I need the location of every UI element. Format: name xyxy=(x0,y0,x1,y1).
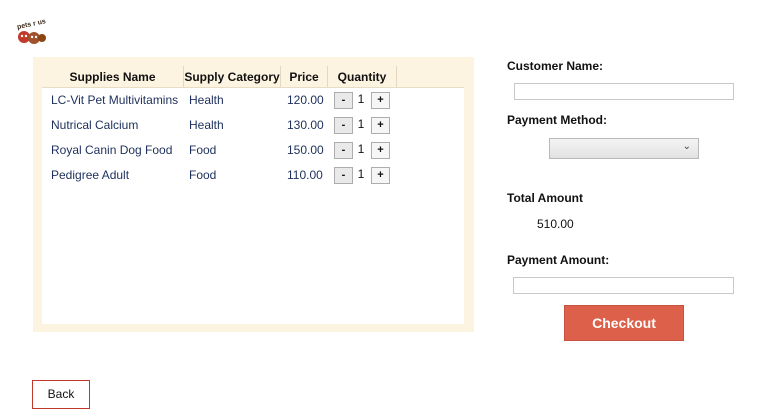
quantity-value: 1 xyxy=(357,167,365,181)
increase-quantity-button[interactable]: + xyxy=(371,92,390,109)
table-row[interactable]: Nutrical Calcium Health 130.00 - 1 + xyxy=(42,113,464,138)
supplies-grid: Supplies Name Supply Category Price Quan… xyxy=(42,66,464,324)
supply-category-cell: Food xyxy=(189,168,217,182)
column-header-price[interactable]: Price xyxy=(281,66,328,87)
checkout-button[interactable]: Checkout xyxy=(564,305,684,341)
supply-name-cell: Nutrical Calcium xyxy=(51,118,139,132)
increase-quantity-button[interactable]: + xyxy=(371,117,390,134)
price-cell: 110.00 xyxy=(287,168,323,182)
customer-name-field[interactable] xyxy=(514,83,734,100)
decrease-quantity-button[interactable]: - xyxy=(334,142,353,159)
payment-method-label: Payment Method: xyxy=(507,113,608,127)
decrease-quantity-button[interactable]: - xyxy=(334,167,353,184)
price-cell: 150.00 xyxy=(287,143,324,157)
quantity-value: 1 xyxy=(357,142,365,156)
quantity-value: 1 xyxy=(357,92,365,106)
quantity-value: 1 xyxy=(357,117,365,131)
supply-name-cell: Pedigree Adult xyxy=(51,168,130,182)
supply-name-cell: LC-Vit Pet Multivitamins xyxy=(51,93,179,107)
table-row[interactable]: LC-Vit Pet Multivitamins Health 120.00 -… xyxy=(42,88,464,113)
table-row[interactable]: Pedigree Adult Food 110.00 - 1 + xyxy=(42,163,464,188)
supply-name-cell: Royal Canin Dog Food xyxy=(51,143,173,157)
payment-amount-label: Payment Amount: xyxy=(507,253,610,267)
svg-text:pets r us: pets r us xyxy=(16,18,46,31)
column-header-supplies-name[interactable]: Supplies Name xyxy=(42,66,184,87)
table-row[interactable]: Royal Canin Dog Food Food 150.00 - 1 + xyxy=(42,138,464,163)
supply-category-cell: Health xyxy=(189,93,224,107)
increase-quantity-button[interactable]: + xyxy=(371,167,390,184)
total-amount-value: 510.00 xyxy=(537,217,574,231)
decrease-quantity-button[interactable]: - xyxy=(334,117,353,134)
price-cell: 130.00 xyxy=(287,118,324,132)
grid-header: Supplies Name Supply Category Price Quan… xyxy=(42,66,464,88)
total-amount-label: Total Amount xyxy=(507,191,583,205)
customer-name-label: Customer Name: xyxy=(507,59,604,73)
chevron-down-icon: ⌄ xyxy=(682,141,691,152)
pets-r-us-logo: pets r us xyxy=(16,18,47,44)
decrease-quantity-button[interactable]: - xyxy=(334,92,353,109)
price-cell: 120.00 xyxy=(287,93,324,107)
payment-amount-field[interactable] xyxy=(513,277,734,294)
supply-category-cell: Health xyxy=(189,118,224,132)
back-button[interactable]: Back xyxy=(32,380,90,409)
column-header-supply-category[interactable]: Supply Category xyxy=(184,66,281,87)
payment-method-select[interactable]: ⌄ xyxy=(549,138,699,159)
supply-category-cell: Food xyxy=(189,143,217,157)
column-header-quantity[interactable]: Quantity xyxy=(328,66,397,87)
increase-quantity-button[interactable]: + xyxy=(371,142,390,159)
